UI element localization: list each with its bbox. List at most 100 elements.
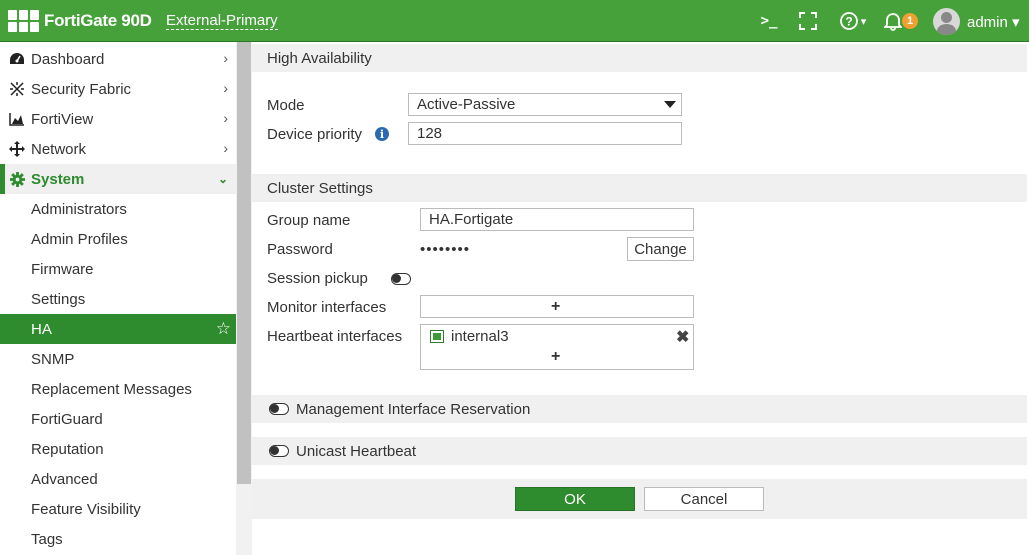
device-priority-label: Device priority	[267, 126, 363, 143]
sidebar-nav: Dashboard › Security Fabric › FortiView …	[0, 44, 236, 554]
help-icon[interactable]: ? ▾	[837, 10, 869, 32]
sidebar-item-label: Settings	[31, 290, 86, 308]
chevron-right-icon: ›	[223, 140, 228, 156]
sidebar-item-label: Firmware	[31, 260, 94, 278]
sidebar-item-advanced[interactable]: Advanced	[0, 464, 236, 494]
info-icon[interactable]: i	[375, 127, 389, 141]
sidebar-scrollbar[interactable]	[236, 42, 252, 555]
heartbeat-interfaces-label: Heartbeat interfaces	[267, 328, 403, 345]
ok-button[interactable]: OK	[515, 487, 635, 511]
fullscreen-icon[interactable]	[798, 10, 818, 32]
password-value: ••••••••	[420, 241, 471, 258]
hostname-link[interactable]: External-Primary	[166, 12, 278, 30]
avatar[interactable]	[933, 8, 960, 35]
device-priority-input[interactable]: 128	[408, 122, 682, 145]
network-icon	[9, 141, 25, 157]
sidebar-item-reputation[interactable]: Reputation	[0, 434, 236, 464]
sidebar-item-label: Feature Visibility	[31, 500, 141, 518]
sidebar-item-replacement-messages[interactable]: Replacement Messages	[0, 374, 236, 404]
sidebar-item-label: FortiView	[31, 110, 94, 128]
sidebar-item-label: Network	[31, 140, 87, 158]
sidebar-item-label: Replacement Messages	[31, 380, 192, 398]
sidebar-item-label: Reputation	[31, 440, 104, 458]
help-caret-icon: ▾	[860, 15, 867, 28]
chevron-right-icon: ›	[223, 110, 228, 126]
page-title: High Availability	[252, 44, 1027, 72]
sidebar-item-ha[interactable]: HA ☆	[0, 314, 236, 344]
session-pickup-toggle[interactable]	[391, 273, 411, 285]
group-name-value: HA.Fortigate	[429, 211, 514, 228]
session-pickup-label: Session pickup	[267, 270, 368, 287]
form-footer	[252, 479, 1027, 519]
cancel-button[interactable]: Cancel	[644, 487, 764, 511]
sidebar-item-label: Admin Profiles	[31, 230, 128, 248]
mode-label: Mode	[267, 97, 305, 114]
sidebar-item-settings[interactable]: Settings	[0, 284, 236, 314]
sidebar-item-admin-profiles[interactable]: Admin Profiles	[0, 224, 236, 254]
sidebar-item-label: Tags	[31, 530, 63, 548]
fortiview-icon	[9, 111, 25, 127]
brand-name[interactable]: FortiGate 90D	[44, 11, 152, 31]
sidebar-item-tags[interactable]: Tags	[0, 524, 236, 554]
mode-select[interactable]: Active-Passive	[408, 93, 682, 116]
user-menu[interactable]: admin ▾	[967, 13, 1020, 31]
notification-count-badge: 1	[902, 13, 918, 29]
sidebar-item-network[interactable]: Network ›	[0, 134, 236, 164]
main-content: High Availability Mode Active-Passive De…	[252, 42, 1029, 555]
favorite-star-icon[interactable]: ☆	[216, 319, 231, 339]
chevron-right-icon: ›	[223, 50, 228, 66]
password-label: Password	[267, 241, 333, 258]
monitor-interfaces-label: Monitor interfaces	[267, 299, 387, 316]
management-interface-reservation-heading: Management Interface Reservation	[252, 395, 1027, 423]
management-interface-reservation-toggle[interactable]	[269, 403, 289, 415]
notifications-button[interactable]: 1	[882, 10, 920, 32]
chevron-right-icon: ›	[223, 80, 228, 96]
cluster-settings-heading: Cluster Settings	[252, 174, 1027, 202]
svg-text:?: ?	[845, 15, 852, 29]
sidebar-item-firmware[interactable]: Firmware	[0, 254, 236, 284]
plus-icon[interactable]: +	[551, 348, 560, 366]
sidebar-item-fortiguard[interactable]: FortiGuard	[0, 404, 236, 434]
sidebar-item-label: SNMP	[31, 350, 75, 368]
sidebar-item-system[interactable]: System ⌄	[0, 164, 236, 194]
sidebar-item-administrators[interactable]: Administrators	[0, 194, 236, 224]
sidebar-item-fortiview[interactable]: FortiView ›	[0, 104, 236, 134]
sidebar-item-label: System	[31, 170, 85, 188]
close-icon[interactable]: ✖	[676, 327, 689, 347]
top-bar: FortiGate 90D External-Primary >_ ? ▾ 1 …	[0, 0, 1029, 42]
unicast-heartbeat-label: Unicast Heartbeat	[296, 443, 417, 460]
cli-terminal-icon[interactable]: >_	[758, 10, 780, 32]
interface-port-icon	[430, 330, 444, 343]
sidebar-item-label: Security Fabric	[31, 80, 132, 98]
chevron-down-icon: ⌄	[217, 172, 228, 186]
sidebar: Dashboard › Security Fabric › FortiView …	[0, 42, 252, 555]
unicast-heartbeat-toggle[interactable]	[269, 445, 289, 457]
management-interface-reservation-label: Management Interface Reservation	[296, 401, 531, 418]
sidebar-item-dashboard[interactable]: Dashboard ›	[0, 44, 236, 74]
sidebar-scrollbar-thumb[interactable]	[237, 42, 251, 484]
caret-down-icon	[664, 101, 676, 108]
bell-icon	[882, 11, 904, 36]
group-name-label: Group name	[267, 212, 351, 229]
sidebar-item-feature-visibility[interactable]: Feature Visibility	[0, 494, 236, 524]
fortinet-logo-icon[interactable]	[7, 9, 39, 33]
sidebar-item-label: HA	[31, 320, 52, 338]
sidebar-item-snmp[interactable]: SNMP	[0, 344, 236, 374]
plus-icon[interactable]: +	[551, 296, 560, 317]
device-priority-value: 128	[417, 125, 443, 142]
sidebar-item-label: Dashboard	[31, 50, 105, 68]
unicast-heartbeat-heading: Unicast Heartbeat	[252, 437, 1027, 465]
sidebar-item-label: Administrators	[31, 200, 127, 218]
gear-icon	[9, 171, 25, 187]
sidebar-item-label: FortiGuard	[31, 410, 103, 428]
change-password-button[interactable]: Change	[627, 237, 694, 261]
dashboard-icon	[9, 51, 25, 67]
mode-select-value: Active-Passive	[417, 96, 516, 113]
security-fabric-icon	[9, 81, 25, 97]
heartbeat-interfaces-input[interactable]: internal3 ✖ +	[420, 324, 694, 370]
sidebar-item-security-fabric[interactable]: Security Fabric ›	[0, 74, 236, 104]
group-name-input[interactable]: HA.Fortigate	[420, 208, 694, 231]
monitor-interfaces-input[interactable]: +	[420, 295, 694, 318]
heartbeat-interface-item: internal3	[451, 328, 509, 345]
sidebar-item-label: Advanced	[31, 470, 98, 488]
